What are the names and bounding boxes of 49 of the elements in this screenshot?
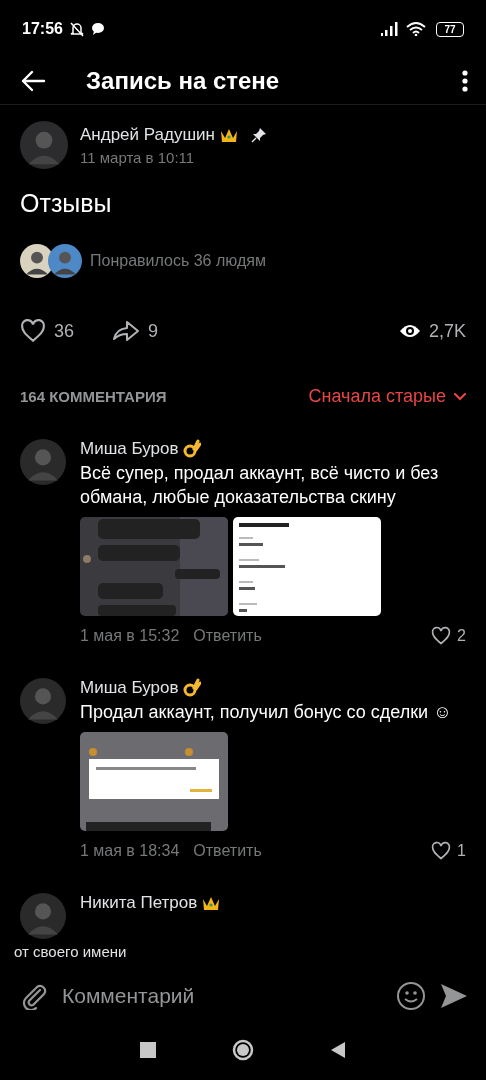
comment-text: Всё супер, продал аккаунт, всё чисто и без обмана, любые доказательства скину (80, 462, 440, 509)
liked-by-text[interactable]: Понравилось 36 людям (90, 252, 266, 270)
commenter-name[interactable]: Миша Буров (80, 678, 179, 698)
post-text: Отзывы (19, 188, 113, 218)
chat-bubble-icon (90, 22, 105, 36)
comment-text: Продал аккаунт, получил бонус со сделки ☺ (80, 701, 453, 724)
sort-dropdown[interactable]: Сначала старые (308, 386, 466, 407)
avatar (20, 678, 66, 724)
share-button[interactable]: 9 (112, 319, 159, 343)
views-count: 2,7K (428, 320, 466, 342)
avatar (20, 439, 66, 485)
comment-like-button[interactable]: 1 (431, 841, 466, 861)
avatar (20, 121, 68, 169)
comment-like-button[interactable]: 2 (431, 626, 466, 646)
back-button[interactable] (20, 70, 46, 92)
avatar (48, 244, 82, 278)
like-button[interactable]: 36 (20, 318, 75, 344)
send-button[interactable] (440, 983, 468, 1009)
reply-link[interactable]: Ответить (193, 627, 262, 645)
commenter-name[interactable]: Миша Буров (80, 439, 179, 459)
comment-date: 1 мая в 15:32 (80, 627, 180, 645)
muted-bell-icon (68, 21, 85, 37)
back-nav-button[interactable] (330, 1042, 346, 1058)
comment-field[interactable]: Комментарий (62, 984, 382, 1008)
page-title: Запись на стене (86, 67, 281, 95)
post-date: 11 марта в 10:11 (80, 148, 196, 166)
share-icon (112, 319, 141, 343)
comment-date: 1 мая в 18:34 (80, 842, 180, 860)
comments-count: 164 КОММЕНТАРИЯ (20, 388, 168, 405)
reply-link[interactable]: Ответить (193, 842, 262, 860)
smiley-icon (396, 981, 426, 1011)
wifi-icon (406, 22, 426, 36)
emoji-button[interactable] (396, 981, 426, 1011)
more-button[interactable] (462, 70, 468, 92)
chevron-down-icon (454, 392, 466, 401)
clock: 17:56 (22, 20, 63, 38)
send-icon (440, 983, 468, 1009)
commenter-name[interactable]: Никита Петров (80, 893, 198, 913)
paperclip-icon (20, 982, 48, 1010)
hint-text: от своего имени (13, 942, 128, 960)
battery-icon: 77 (436, 21, 464, 37)
more-icon (462, 70, 468, 92)
author-name[interactable]: Андрей Радушин (80, 124, 215, 145)
back-arrow-icon (20, 70, 46, 92)
avatar (20, 893, 66, 939)
attach-button[interactable] (20, 982, 48, 1010)
home-button[interactable] (232, 1039, 254, 1061)
eye-icon (398, 323, 421, 339)
signal-icon (380, 22, 400, 36)
